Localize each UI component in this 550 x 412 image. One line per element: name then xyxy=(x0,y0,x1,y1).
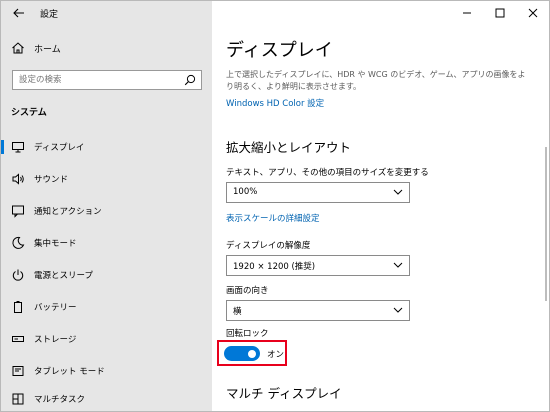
advanced-scale-link[interactable]: 表示スケールの詳細設定 xyxy=(226,212,320,224)
sidebar: 設定 ホーム システム ディスプレイ xyxy=(1,1,212,411)
multitask-icon xyxy=(12,393,24,405)
page-title: ディスプレイ xyxy=(226,40,333,61)
rotation-lock-label: 回転ロック xyxy=(226,329,269,339)
sidebar-item-multitask[interactable]: マルチタスク xyxy=(1,387,212,411)
sidebar-item-label: サウンド xyxy=(34,175,69,185)
power-icon xyxy=(12,269,24,281)
sidebar-item-power[interactable]: 電源とスリープ xyxy=(1,263,212,287)
home-link[interactable]: ホーム xyxy=(1,38,212,58)
chevron-down-icon xyxy=(393,189,403,195)
sidebar-item-label: ストレージ xyxy=(34,335,77,345)
toggle-knob xyxy=(248,349,256,358)
sidebar-item-label: 集中モード xyxy=(34,239,77,249)
sidebar-item-label: マルチタスク xyxy=(34,395,86,405)
sidebar-item-notifications[interactable]: 通知とアクション xyxy=(1,199,212,223)
battery-icon xyxy=(14,301,22,313)
search-input[interactable] xyxy=(13,71,179,89)
tablet-icon xyxy=(12,366,24,376)
orientation-value: 横 xyxy=(233,307,242,317)
rotation-lock-state: オン xyxy=(267,350,285,360)
sidebar-item-storage[interactable]: ストレージ xyxy=(1,327,212,351)
home-icon xyxy=(12,42,24,54)
scrollbar[interactable] xyxy=(545,147,547,301)
sidebar-item-label: 電源とスリープ xyxy=(34,271,93,281)
storage-icon xyxy=(12,336,24,342)
section-header-system: システム xyxy=(11,108,47,118)
close-icon xyxy=(528,8,537,18)
sidebar-item-focus[interactable]: 集中モード xyxy=(1,231,212,255)
sidebar-item-display[interactable]: ディスプレイ xyxy=(1,135,212,159)
orientation-label: 画面の向き xyxy=(226,286,269,296)
minimize-button[interactable] xyxy=(450,1,483,25)
hdr-description: 上で選択したディスプレイに、HDR や WCG のビデオ、ゲーム、アプリの画像を… xyxy=(226,70,526,91)
sidebar-item-tablet[interactable]: タブレット モード xyxy=(1,359,212,383)
hdr-color-settings-link[interactable]: Windows HD Color 設定 xyxy=(226,97,324,109)
scale-layout-heading: 拡大縮小とレイアウト xyxy=(226,140,352,155)
orientation-dropdown[interactable]: 横 xyxy=(226,300,410,321)
title-bar: 設定 xyxy=(1,1,212,25)
moon-icon xyxy=(12,236,25,249)
sidebar-item-label: 通知とアクション xyxy=(34,207,102,217)
back-arrow-icon xyxy=(13,8,24,18)
chevron-down-icon xyxy=(393,307,403,313)
speaker-icon xyxy=(12,173,24,185)
back-button[interactable] xyxy=(9,4,29,22)
multi-display-heading: マルチ ディスプレイ xyxy=(226,386,342,401)
sidebar-item-battery[interactable]: バッテリー xyxy=(1,295,212,319)
sidebar-item-sound[interactable]: サウンド xyxy=(1,167,212,191)
minimize-icon xyxy=(462,12,471,14)
settings-window: 設定 ホーム システム ディスプレイ xyxy=(0,0,550,412)
home-label: ホーム xyxy=(34,45,61,55)
display-icon xyxy=(12,142,24,153)
text-size-dropdown[interactable]: 100% xyxy=(226,182,410,203)
search-box[interactable] xyxy=(12,70,202,90)
window-controls xyxy=(450,1,549,25)
text-size-value: 100% xyxy=(233,187,258,197)
sidebar-item-label: タブレット モード xyxy=(34,367,105,377)
main-content: ディスプレイ 上で選択したディスプレイに、HDR や WCG のビデオ、ゲーム、… xyxy=(212,1,549,411)
maximize-button[interactable] xyxy=(483,1,516,25)
notification-icon xyxy=(12,205,24,218)
resolution-label: ディスプレイの解像度 xyxy=(226,241,311,251)
text-size-label: テキスト、アプリ、その他の項目のサイズを変更する xyxy=(226,168,429,178)
close-button[interactable] xyxy=(516,1,549,25)
resolution-dropdown[interactable]: 1920 × 1200 (推奨) xyxy=(226,255,410,276)
resolution-value: 1920 × 1200 (推奨) xyxy=(233,262,316,272)
selected-indicator xyxy=(1,140,4,154)
search-icon[interactable] xyxy=(184,74,196,86)
maximize-icon xyxy=(495,8,504,18)
rotation-lock-toggle[interactable] xyxy=(224,346,260,361)
sidebar-item-label: バッテリー xyxy=(34,303,77,313)
app-title: 設定 xyxy=(40,10,59,20)
chevron-down-icon xyxy=(393,262,403,268)
sidebar-item-label: ディスプレイ xyxy=(34,143,85,153)
